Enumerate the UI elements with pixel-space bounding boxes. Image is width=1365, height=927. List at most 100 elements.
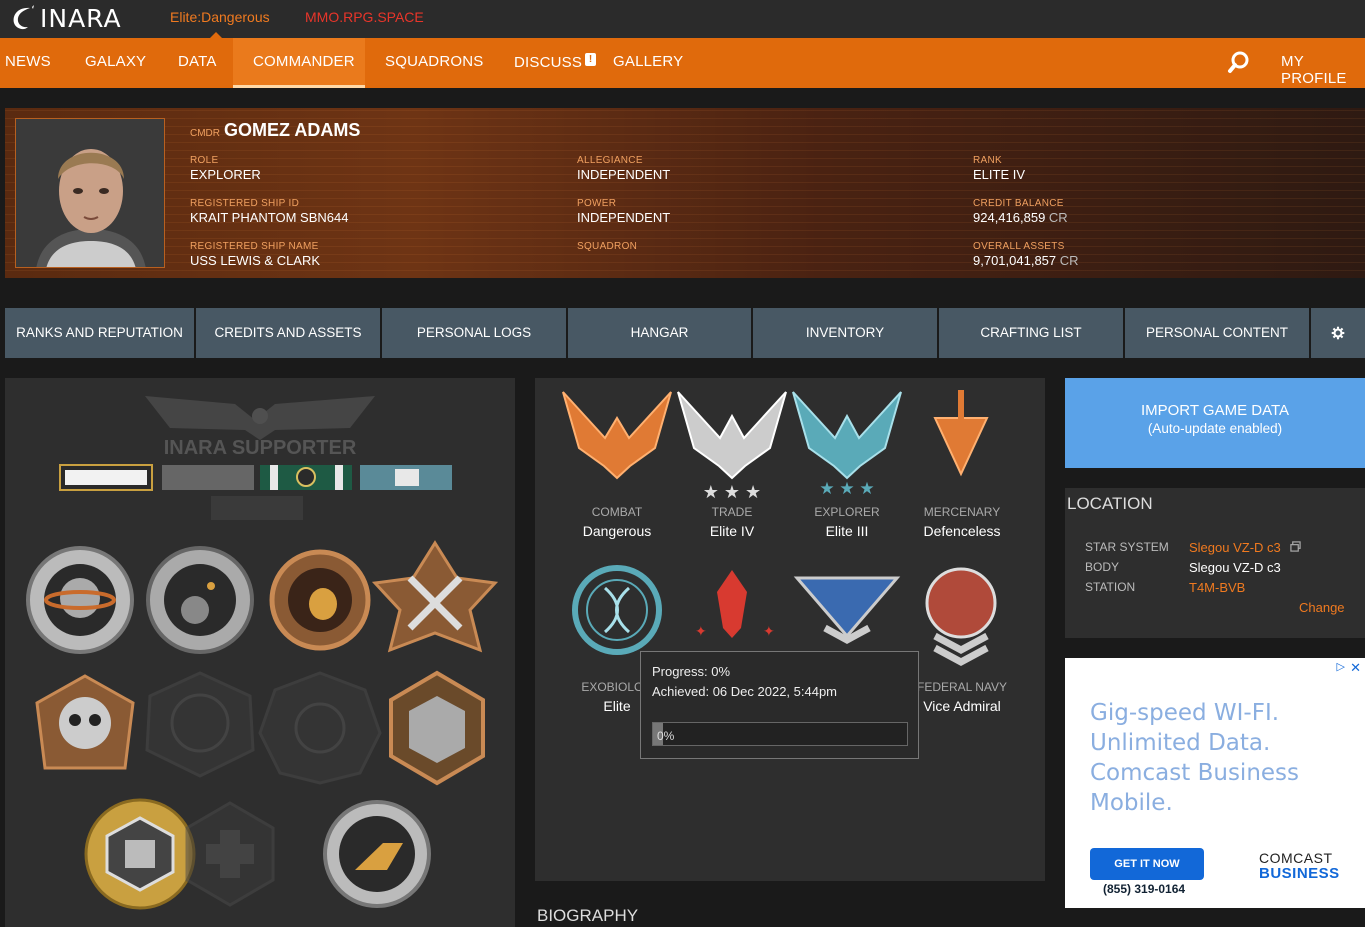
field-credit-balance: CREDIT BALANCE 924,416,859 CR bbox=[973, 198, 1068, 225]
rank-value: Elite IV bbox=[709, 523, 755, 539]
tab-personal-logs[interactable]: PERSONAL LOGS bbox=[382, 308, 566, 358]
discuss-alert-badge: ! bbox=[585, 53, 597, 66]
progress-bar: 0% bbox=[652, 722, 908, 746]
portrait-avatar-icon bbox=[16, 119, 164, 267]
mercenary-rank-emblem-icon bbox=[933, 390, 989, 477]
location-title: LOCATION bbox=[1067, 494, 1153, 513]
cmdr-prefix: CMDR bbox=[190, 128, 220, 139]
rank-label: MERCENARY bbox=[923, 505, 1001, 519]
field-role: ROLE EXPLORER bbox=[190, 155, 261, 182]
medal-gold-wreath-icon bbox=[84, 798, 196, 910]
ad-brand-top: COMCAST bbox=[1259, 850, 1333, 866]
nav-galaxy[interactable]: GALAXY bbox=[85, 53, 146, 70]
field-value: USS LEWIS & CLARK bbox=[190, 253, 321, 268]
nav-discuss[interactable]: DISCUSS! bbox=[514, 53, 597, 71]
credit-balance-amount: 924,416,859 bbox=[973, 210, 1046, 225]
search-icon[interactable] bbox=[1227, 50, 1251, 74]
explorer-rank-emblem-icon: ★ ★ ★ bbox=[792, 391, 902, 498]
ribbon-bar-icon bbox=[59, 464, 452, 520]
tab-hangar[interactable]: HANGAR bbox=[568, 308, 751, 358]
location-label: STAR SYSTEM bbox=[1085, 540, 1169, 554]
field-value: EXPLORER bbox=[190, 167, 261, 182]
tab-settings[interactable] bbox=[1311, 308, 1365, 358]
field-value: 9,701,041,857 CR bbox=[973, 253, 1079, 268]
medal-locked-cross-icon bbox=[185, 801, 275, 907]
field-rank: RANK ELITE IV bbox=[973, 155, 1025, 182]
close-icon[interactable]: ✕ bbox=[1350, 660, 1361, 676]
svg-text:✦: ✦ bbox=[695, 623, 707, 639]
field-label: REGISTERED SHIP ID bbox=[190, 198, 300, 209]
combat-rank-emblem-icon bbox=[562, 391, 672, 480]
ad-choices-icon[interactable]: ▷ bbox=[1337, 660, 1345, 673]
svg-text:✦: ✦ bbox=[763, 623, 775, 639]
medal-locked-eagle-icon bbox=[145, 671, 255, 778]
copy-icon[interactable] bbox=[1290, 541, 1302, 552]
change-location-link[interactable]: Change bbox=[1299, 600, 1345, 615]
medal-cube-stack-icon bbox=[389, 670, 485, 786]
nav-discuss-label: DISCUSS bbox=[514, 54, 583, 71]
rank-label: TRADE bbox=[711, 505, 753, 519]
commander-header: CMDR GOMEZ ADAMS ROLE EXPLORER ALLEGIANCE… bbox=[5, 108, 1365, 278]
rank-mercenary: MERCENARY Defenceless bbox=[907, 505, 1017, 539]
medal-silver-ship-icon bbox=[323, 800, 431, 908]
progress-bar-label: 0% bbox=[657, 729, 675, 743]
main-nav: NEWS GALAXY DATA COMMANDER SQUADRONS DIS… bbox=[0, 38, 1365, 88]
trade-stars-icon: ★ ★ ★ bbox=[703, 482, 761, 502]
tooltip-progress: Progress: 0% bbox=[652, 664, 731, 679]
tab-ranks-and-reputation[interactable]: RANKS AND REPUTATION bbox=[5, 308, 194, 358]
rank-label: EXPLORER bbox=[814, 505, 880, 519]
field-ship-name: REGISTERED SHIP NAME USS LEWIS & CLARK bbox=[190, 241, 320, 268]
field-label: POWER bbox=[577, 198, 617, 209]
rank-combat: COMBAT Dangerous bbox=[562, 505, 672, 539]
site-elite-dangerous[interactable]: Elite:Dangerous bbox=[170, 9, 270, 25]
cmdr-name-text: GOMEZ ADAMS bbox=[224, 120, 361, 140]
field-label: ALLEGIANCE bbox=[577, 155, 643, 166]
field-label: CREDIT BALANCE bbox=[973, 198, 1064, 209]
field-overall-assets: OVERALL ASSETS 9,701,041,857 CR bbox=[973, 241, 1079, 268]
empire-rank-emblem-icon: ✦ ✦ bbox=[695, 570, 775, 639]
nav-data[interactable]: DATA bbox=[178, 53, 217, 70]
medal-bronze-egg-icon bbox=[269, 549, 371, 651]
import-game-data-button[interactable]: IMPORT GAME DATA (Auto-update enabled) bbox=[1065, 378, 1365, 468]
nav-commander[interactable]: COMMANDER bbox=[253, 53, 355, 70]
federal-navy-rank-emblem-icon bbox=[925, 567, 997, 666]
star-system-link[interactable]: Slegou VZ-D c3 bbox=[1189, 540, 1302, 555]
tab-credits-and-assets[interactable]: CREDITS AND ASSETS bbox=[196, 308, 380, 358]
rank-label: FEDERAL NAVY bbox=[916, 680, 1008, 694]
advertisement[interactable]: ▷ ✕ Gig-speed WI-FI. Unlimited Data. Com… bbox=[1065, 658, 1365, 908]
medal-locked-wheel-icon bbox=[258, 671, 382, 785]
nav-squadrons[interactable]: SQUADRONS bbox=[385, 53, 483, 70]
ad-get-it-now-button[interactable]: GET IT NOW bbox=[1090, 848, 1204, 880]
nav-my-profile[interactable]: MY PROFILE bbox=[1281, 53, 1365, 87]
nav-news[interactable]: NEWS bbox=[5, 53, 51, 70]
tab-inventory[interactable]: INVENTORY bbox=[753, 308, 937, 358]
ad-phone: (855) 319-0164 bbox=[1103, 882, 1186, 896]
field-value: INDEPENDENT bbox=[577, 167, 671, 182]
site-mmo-rpg-space[interactable]: MMO.RPG.SPACE bbox=[305, 9, 424, 25]
field-value: 924,416,859 CR bbox=[973, 210, 1068, 225]
inara-logo-icon bbox=[13, 4, 34, 29]
field-label: OVERALL ASSETS bbox=[973, 241, 1065, 252]
explorer-stars-icon: ★ ★ ★ bbox=[819, 479, 874, 498]
gear-icon bbox=[1331, 327, 1345, 340]
supporter-label: INARA SUPPORTER bbox=[164, 437, 357, 459]
tab-personal-content[interactable]: PERSONAL CONTENT bbox=[1125, 308, 1309, 358]
field-ship-id: REGISTERED SHIP ID KRAIT PHANTOM SBN644 bbox=[190, 198, 348, 225]
import-subtitle: (Auto-update enabled) bbox=[1147, 421, 1283, 436]
location-label: BODY bbox=[1085, 560, 1120, 574]
tab-crafting-list[interactable]: CRAFTING LIST bbox=[939, 308, 1123, 358]
nav-gallery[interactable]: GALLERY bbox=[613, 53, 683, 70]
rank-explorer: EXPLORER Elite III bbox=[792, 505, 902, 539]
field-label: REGISTERED SHIP NAME bbox=[190, 241, 319, 252]
rank-progress-tooltip: Progress: 0% Achieved: 06 Dec 2022, 5:44… bbox=[640, 651, 919, 759]
import-title: IMPORT GAME DATA bbox=[1140, 402, 1290, 419]
inara-supporter-wings-icon bbox=[145, 396, 375, 440]
field-power: POWER INDEPENDENT bbox=[577, 198, 670, 225]
rank-value: Elite III bbox=[825, 523, 869, 539]
inara-logo[interactable]: INARA bbox=[10, 4, 122, 33]
field-label: SQUADRON bbox=[577, 241, 638, 252]
station-link[interactable]: T4M-BVB bbox=[1189, 580, 1245, 595]
location-panel: LOCATION STAR SYSTEM Slegou VZ-D c3 BODY… bbox=[1065, 488, 1365, 638]
ad-headline: Gig-speed WI-FI. Unlimited Data. Comcast… bbox=[1090, 700, 1300, 816]
commander-name: CMDR GOMEZ ADAMS bbox=[190, 120, 360, 141]
